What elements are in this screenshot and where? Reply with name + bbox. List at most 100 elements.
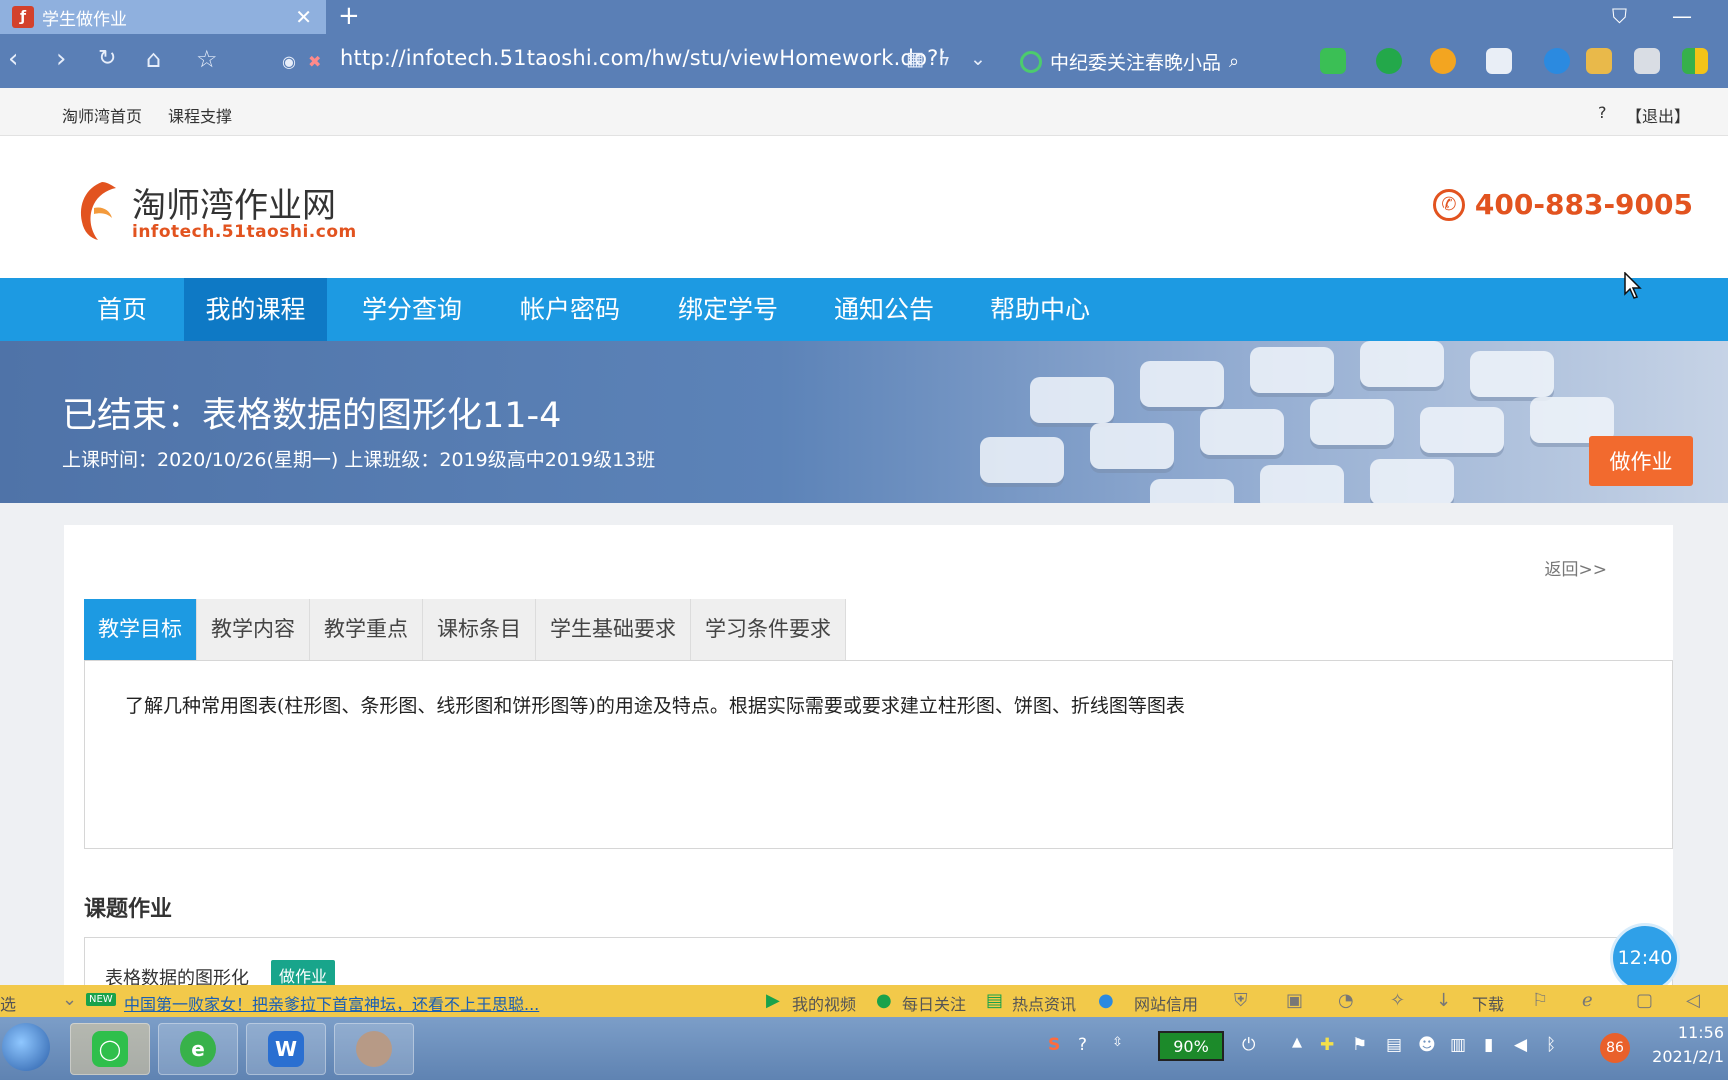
tray-plus-icon[interactable]: ✚: [1320, 1035, 1334, 1055]
taskbar-app-wps[interactable]: W: [246, 1023, 326, 1075]
new-tab-icon[interactable]: +: [338, 1, 360, 31]
url-field[interactable]: http://infotech.51taoshi.com/hw/stu/view…: [340, 46, 945, 70]
qr-icon[interactable]: ▦: [906, 48, 924, 70]
taskbar-app-wechat[interactable]: ◯: [70, 1023, 150, 1075]
search-box[interactable]: 中纪委关注春晚小品 ⌕: [1020, 48, 1239, 75]
tray-doc-icon[interactable]: ▤: [1386, 1035, 1402, 1055]
back-link[interactable]: 返回>>: [1545, 555, 1608, 580]
hot-news-link[interactable]: 热点资讯: [1012, 991, 1076, 1015]
battery-indicator[interactable]: 90%: [1158, 1031, 1224, 1061]
avatar-icon: [356, 1031, 392, 1067]
tray-flag-icon[interactable]: ⚑: [1352, 1035, 1367, 1055]
tab-key-points[interactable]: 教学重点: [310, 599, 423, 660]
minimize-icon[interactable]: —: [1672, 4, 1692, 28]
chevron-down-icon[interactable]: ⌄: [970, 48, 986, 70]
tab-curriculum-items[interactable]: 课标条目: [423, 599, 536, 660]
bluetooth-icon[interactable]: ᛒ: [1546, 1035, 1556, 1055]
tab-teaching-goals[interactable]: 教学目标: [84, 599, 197, 660]
nav-help[interactable]: 帮助中心: [978, 278, 1102, 341]
taskbar-app-avatar[interactable]: [334, 1023, 414, 1075]
course-banner: 已结束：表格数据的图形化11-4 上课时间：2020/10/26(星期一) 上课…: [0, 341, 1728, 503]
download-icon[interactable]: ↓: [1436, 990, 1451, 1011]
chevron-down-icon[interactable]: ⌄: [62, 989, 77, 1010]
course-support-link[interactable]: 课程支撑: [168, 103, 232, 127]
game-icon[interactable]: [1486, 48, 1512, 74]
logout-link[interactable]: 【退出】: [1626, 103, 1690, 127]
windows-taskbar: ◯ e W S ? ⇳ 90% ⏻ ▲ ✚ ⚑ ▤ ☻ ▥ ▮ ◀ ᛒ 86 1…: [0, 1017, 1728, 1080]
download-helper-icon[interactable]: [1586, 48, 1612, 74]
shirt-icon[interactable]: ⛉: [1612, 4, 1627, 28]
power-plug-icon: ⏻: [1242, 1035, 1256, 1055]
speed-icon[interactable]: ◔: [1338, 990, 1354, 1011]
keyboard-key: [1310, 399, 1394, 445]
teaching-goals-text: 了解几种常用图表(柱形图、条形图、线形图和饼形图等)的用途及特点。根据实际需要或…: [125, 695, 1185, 717]
keyboard-key: [1370, 459, 1454, 503]
tab-teaching-content[interactable]: 教学内容: [197, 599, 310, 660]
tab-learning-conditions[interactable]: 学习条件要求: [691, 599, 846, 660]
search-text: 中纪委关注春晚小品: [1050, 52, 1222, 74]
signal-icon[interactable]: ▮: [1484, 1035, 1493, 1055]
shield-icon[interactable]: ⛨: [1234, 990, 1248, 1011]
notification-badge[interactable]: 86: [1600, 1033, 1630, 1063]
keyboard-key: [1150, 479, 1234, 503]
coin-icon[interactable]: [1430, 48, 1456, 74]
close-icon[interactable]: ✕: [295, 5, 312, 29]
search-engine-icon: [1020, 50, 1042, 73]
tray-up-icon[interactable]: ▲: [1292, 1035, 1302, 1050]
window-icon[interactable]: ▢: [1636, 990, 1653, 1011]
nav-notices[interactable]: 通知公告: [822, 278, 946, 341]
magnifier-icon[interactable]: [1544, 48, 1570, 74]
image-icon[interactable]: ▣: [1286, 990, 1303, 1011]
ie-icon[interactable]: ℯ: [1582, 990, 1593, 1011]
start-button[interactable]: [2, 1023, 50, 1071]
download-link[interactable]: 下载: [1472, 991, 1504, 1015]
nav-home[interactable]: 首页: [80, 278, 164, 341]
nav-my-courses[interactable]: 我的课程: [184, 278, 327, 341]
logo-title: 淘师湾作业网: [132, 186, 336, 226]
lightning-icon[interactable]: ϟ: [938, 48, 951, 70]
system-clock[interactable]: 11:56 2021/2/1: [1650, 1021, 1724, 1069]
forward-icon[interactable]: ›: [56, 44, 66, 74]
nav-bind-id[interactable]: 绑定学号: [666, 278, 790, 341]
tab-panel: 了解几种常用图表(柱形图、条形图、线形图和饼形图等)的用途及特点。根据实际需要或…: [84, 660, 1673, 849]
browser-tab[interactable]: ƒ 学生做作业 ✕: [0, 0, 326, 34]
nav-credits[interactable]: 学分查询: [350, 278, 474, 341]
star-icon[interactable]: ☆: [196, 45, 218, 73]
security-icon: ◉: [282, 52, 296, 71]
qq-icon[interactable]: ☻: [1418, 1035, 1436, 1055]
tab-student-requirements[interactable]: 学生基础要求: [536, 599, 691, 660]
translate-icon[interactable]: [1376, 48, 1402, 74]
my-video-link[interactable]: 我的视频: [792, 991, 856, 1015]
refresh-icon[interactable]: ↻: [98, 46, 116, 71]
phone-icon: ✆: [1432, 188, 1465, 221]
browser-icon: e: [180, 1031, 216, 1067]
taoshi-home-link[interactable]: 淘师湾首页: [62, 103, 142, 127]
keyboard-key: [1250, 347, 1334, 393]
address-toolbar: ‹ › ↻ ⌂ ☆ ◉ ✖ http://infotech.51taoshi.c…: [0, 34, 1728, 88]
section-title: 课题作业: [84, 897, 173, 922]
nav-account[interactable]: 帐户密码: [508, 278, 632, 341]
home-icon[interactable]: ⌂: [146, 45, 161, 73]
tray-clipboard-icon[interactable]: ▥: [1450, 1035, 1466, 1055]
sogou-icon[interactable]: S: [1048, 1035, 1060, 1055]
expand-icon[interactable]: ⇳: [1112, 1035, 1123, 1050]
pin-icon[interactable]: ✧: [1390, 990, 1405, 1011]
do-homework-button[interactable]: 做作业: [1589, 436, 1693, 486]
help-icon[interactable]: ?: [1078, 1035, 1087, 1055]
main-nav: 首页 我的课程 学分查询 帐户密码 绑定学号 通知公告 帮助中心: [0, 278, 1728, 341]
volume-icon[interactable]: ◁: [1686, 990, 1700, 1011]
news-headline-link[interactable]: 中国第一败家女！把亲爹拉下首富神坛，还看不上王思聪...: [124, 991, 539, 1015]
extension-icon[interactable]: [1320, 48, 1346, 74]
speaker-icon[interactable]: ◀: [1514, 1035, 1527, 1055]
taskbar-app-browser[interactable]: e: [158, 1023, 238, 1075]
back-icon[interactable]: ‹: [8, 44, 18, 74]
site-credit-link[interactable]: 网站信用: [1134, 991, 1198, 1015]
timer-badge[interactable]: 12:40: [1613, 926, 1677, 990]
help-link[interactable]: ?: [1598, 103, 1607, 122]
search-icon[interactable]: ⌕: [1229, 51, 1239, 72]
flag-icon[interactable]: ⚐: [1532, 990, 1548, 1011]
browser-tab-bar: ƒ 学生做作业 ✕ + ⛉ —: [0, 0, 1728, 34]
apps-icon[interactable]: [1682, 48, 1708, 74]
daily-focus-link[interactable]: 每日关注: [902, 991, 966, 1015]
print-icon[interactable]: [1634, 48, 1660, 74]
